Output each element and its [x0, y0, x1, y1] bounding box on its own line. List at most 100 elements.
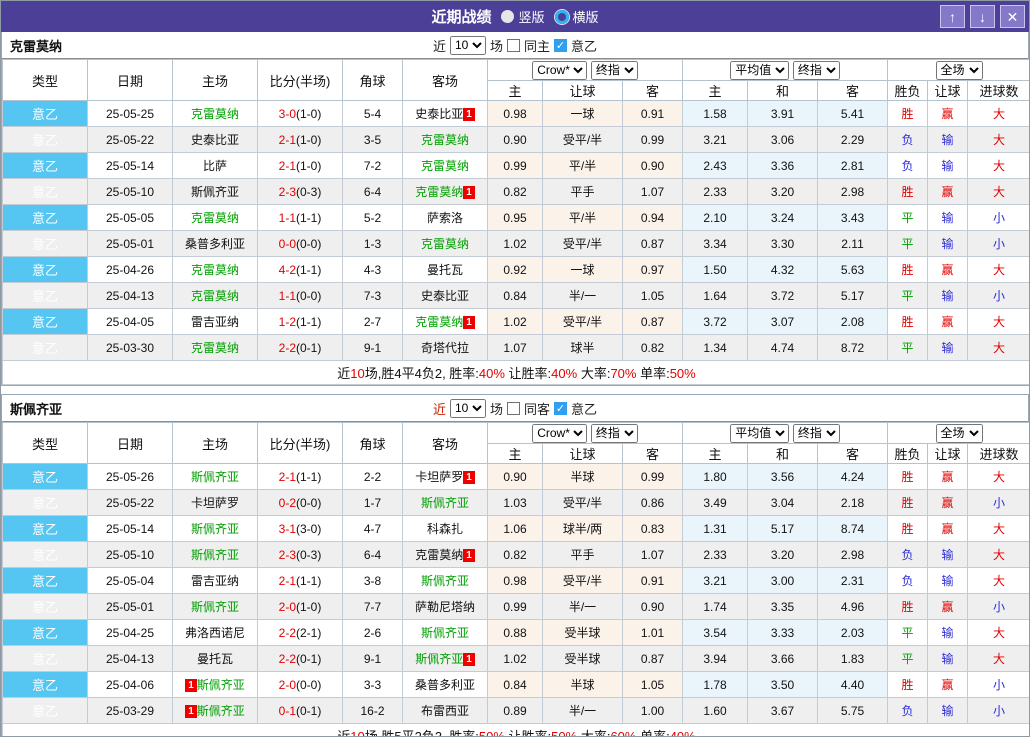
- away-odds-cell: 0.99: [623, 464, 683, 490]
- score-cell: 2-1(1-0): [258, 153, 343, 179]
- full-time-score: 2-3: [279, 185, 296, 199]
- half-time-score: (1-0): [296, 600, 321, 614]
- score-cell: 2-0(1-0): [258, 594, 343, 620]
- col-avg-away: 客: [818, 81, 888, 101]
- recent-count-select[interactable]: 10: [450, 36, 486, 55]
- col-away: 客场: [403, 60, 488, 101]
- team-name-text: 斯佩齐亚: [191, 548, 239, 562]
- date-cell: 25-05-01: [88, 231, 173, 257]
- avg-home-cell: 1.60: [683, 698, 748, 724]
- away-odds-cell: 1.07: [623, 542, 683, 568]
- avg-group-header: 平均值 终指: [683, 423, 888, 444]
- avg-source-select[interactable]: 平均值: [730, 61, 789, 80]
- handicap-result-cell: 输: [928, 646, 968, 672]
- home-team-cell: 卡坦萨罗: [173, 490, 258, 516]
- radio-unselected-icon[interactable]: [555, 10, 569, 24]
- avg-draw-cell: 3.07: [748, 309, 818, 335]
- avg-away-cell: 8.72: [818, 335, 888, 361]
- avg-group-header: 平均值 终指: [683, 60, 888, 81]
- away-team-cell: 史泰比亚: [403, 283, 488, 309]
- scope-select[interactable]: 全场: [936, 61, 983, 80]
- avg-final-select[interactable]: 终指: [793, 424, 840, 443]
- goals-result-cell: 大: [968, 179, 1030, 205]
- same-venue-checkbox[interactable]: [507, 39, 520, 52]
- avg-home-cell: 1.80: [683, 464, 748, 490]
- result-cell: 负: [888, 153, 928, 179]
- team-name-text: 斯佩齐亚: [415, 652, 463, 666]
- team-name-text: 布雷西亚: [421, 704, 469, 718]
- home-team-cell: 史泰比亚: [173, 127, 258, 153]
- handicap-cell: 一球: [543, 257, 623, 283]
- team-name-text: 奇塔代拉: [421, 341, 469, 355]
- odds-source-select[interactable]: Crow*: [532, 424, 587, 443]
- team-name-text: 克雷莫纳: [421, 159, 469, 173]
- team-header-row: 斯佩齐亚 近 10 场 同客 ✓ 意乙: [2, 395, 1028, 422]
- result-cell: 负: [888, 698, 928, 724]
- full-time-score: 2-2: [279, 341, 296, 355]
- odds-source-select[interactable]: Crow*: [532, 61, 587, 80]
- avg-draw-cell: 3.24: [748, 205, 818, 231]
- away-team-cell: 斯佩齐亚1: [403, 646, 488, 672]
- team-name-text: 克雷莫纳: [191, 263, 239, 277]
- away-team-cell: 桑普多利亚: [403, 672, 488, 698]
- goals-result-cell: 大: [968, 542, 1030, 568]
- half-time-score: (0-1): [296, 704, 321, 718]
- away-odds-cell: 1.07: [623, 179, 683, 205]
- goals-result-cell: 大: [968, 620, 1030, 646]
- corner-cell: 7-7: [343, 594, 403, 620]
- team-name-text: 科森扎: [427, 522, 463, 536]
- red-card-badge: 1: [463, 549, 475, 562]
- scope-group-header: 全场: [888, 60, 1030, 81]
- move-down-button[interactable]: ↓: [970, 5, 995, 28]
- avg-home-cell: 3.94: [683, 646, 748, 672]
- results-table: 类型 日期 主场 比分(半场) 角球 客场 Crow* 终指 平均值 终指: [2, 422, 1030, 737]
- league-checkbox[interactable]: ✓: [554, 39, 567, 52]
- result-cell: 胜: [888, 490, 928, 516]
- red-card-badge: 1: [463, 471, 475, 484]
- match-row: 意乙25-05-05克雷莫纳1-1(1-1)5-2萨索洛0.95平/半0.942…: [3, 205, 1030, 231]
- odds-final-select[interactable]: 终指: [591, 61, 638, 80]
- layout-vertical-radio[interactable]: 竖版: [501, 7, 544, 26]
- avg-away-cell: 2.03: [818, 620, 888, 646]
- handicap-result-cell: 输: [928, 568, 968, 594]
- avg-away-cell: 2.08: [818, 309, 888, 335]
- scope-select[interactable]: 全场: [936, 424, 983, 443]
- match-row: 意乙25-05-04雷吉亚纳2-1(1-1)3-8斯佩齐亚0.98受平/半0.9…: [3, 568, 1030, 594]
- corner-cell: 9-1: [343, 646, 403, 672]
- league-checkbox[interactable]: ✓: [554, 402, 567, 415]
- result-cell: 平: [888, 283, 928, 309]
- avg-away-cell: 5.17: [818, 283, 888, 309]
- avg-away-cell: 2.31: [818, 568, 888, 594]
- home-team-cell: 曼托瓦: [173, 646, 258, 672]
- goals-result-cell: 小: [968, 283, 1030, 309]
- date-cell: 25-05-05: [88, 205, 173, 231]
- col-odds-home: 主: [488, 81, 543, 101]
- away-team-cell: 克雷莫纳: [403, 231, 488, 257]
- goals-result-cell: 大: [968, 309, 1030, 335]
- results-table: 类型 日期 主场 比分(半场) 角球 客场 Crow* 终指 平均值 终指: [2, 59, 1030, 385]
- result-cell: 胜: [888, 594, 928, 620]
- league-type-cell: 意乙: [3, 127, 88, 153]
- avg-final-select[interactable]: 终指: [793, 61, 840, 80]
- team-name-text: 萨勒尼塔纳: [415, 600, 475, 614]
- avg-away-cell: 8.74: [818, 516, 888, 542]
- layout-horizontal-radio[interactable]: 横版: [555, 7, 599, 26]
- odds-final-select[interactable]: 终指: [591, 424, 638, 443]
- red-card-badge: 1: [185, 679, 197, 692]
- red-card-badge: 1: [185, 705, 197, 718]
- away-team-cell: 科森扎: [403, 516, 488, 542]
- away-odds-cell: 0.87: [623, 309, 683, 335]
- avg-source-select[interactable]: 平均值: [730, 424, 789, 443]
- avg-home-cell: 3.54: [683, 620, 748, 646]
- date-cell: 25-05-10: [88, 179, 173, 205]
- league-label: 意乙: [571, 399, 597, 418]
- league-type-cell: 意乙: [3, 205, 88, 231]
- close-button[interactable]: ✕: [1000, 5, 1025, 28]
- move-up-button[interactable]: ↑: [940, 5, 965, 28]
- radio-selected-icon[interactable]: [501, 10, 514, 23]
- goals-result-cell: 大: [968, 335, 1030, 361]
- recent-count-select[interactable]: 10: [450, 399, 486, 418]
- col-avg-home: 主: [683, 81, 748, 101]
- same-venue-checkbox[interactable]: [507, 402, 520, 415]
- away-team-cell: 克雷莫纳1: [403, 542, 488, 568]
